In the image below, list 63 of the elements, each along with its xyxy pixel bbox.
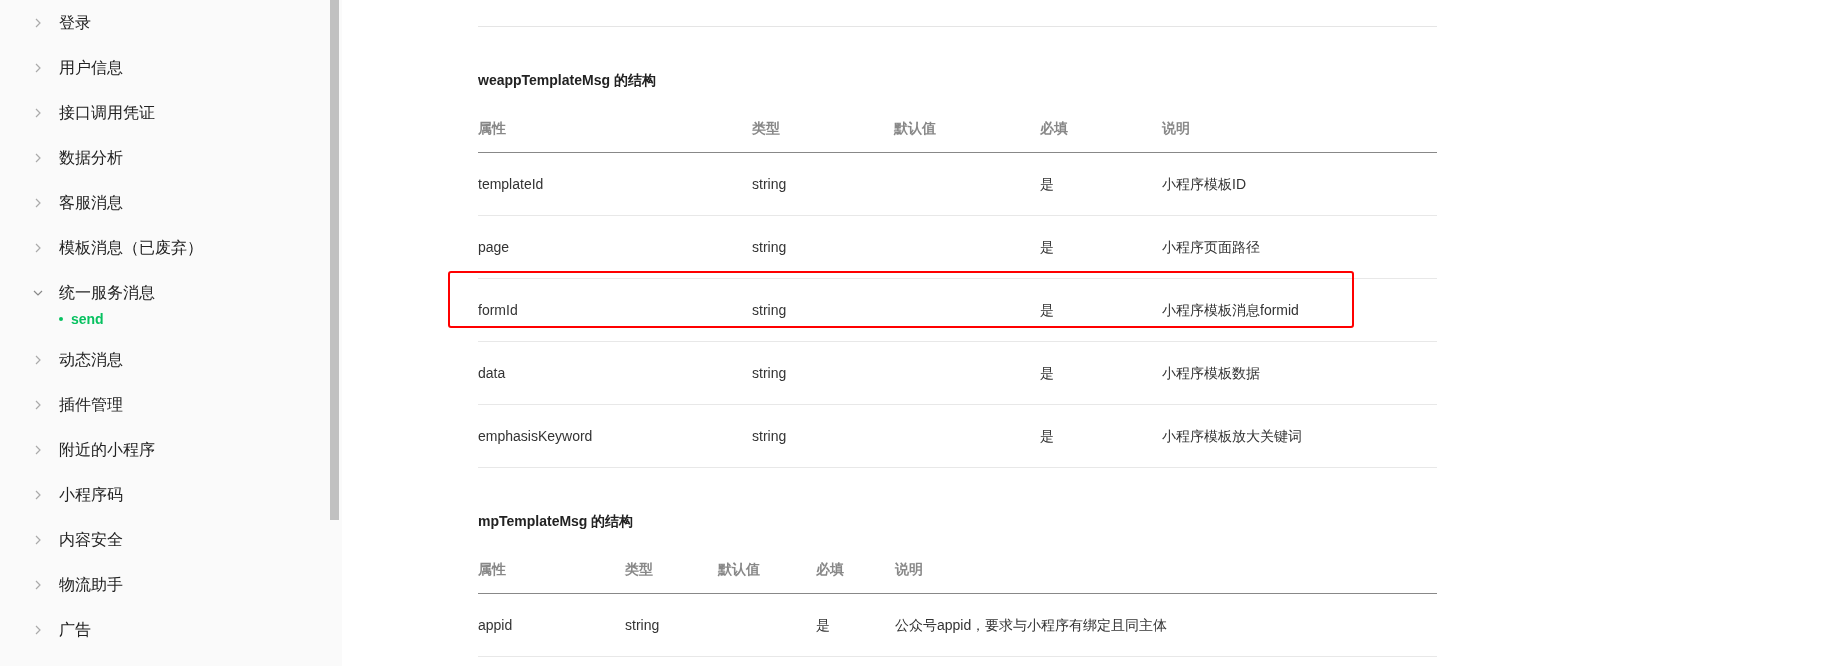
- chevron-right-icon: [33, 624, 43, 635]
- chevron-right-icon: [33, 444, 43, 455]
- sidebar-item[interactable]: 小程序码: [33, 472, 330, 517]
- table-cell: string: [752, 175, 787, 192]
- sidebar-item[interactable]: 附近的小程序: [33, 427, 330, 472]
- table-cell: templateId: [478, 175, 544, 192]
- table-cell: 公众号appid，要求与小程序有绑定且同主体: [895, 616, 1168, 633]
- sidebar-item[interactable]: 内容安全: [33, 517, 330, 562]
- table-cell: string: [752, 301, 787, 318]
- sidebar-item[interactable]: 广告: [33, 607, 330, 652]
- table-cell: 是: [1040, 238, 1054, 255]
- table-cell: page: [478, 238, 510, 255]
- chevron-right-icon: [33, 354, 43, 365]
- chevron-right-icon: [33, 197, 43, 208]
- table-cell: 是: [1040, 364, 1054, 381]
- chevron-right-icon: [33, 62, 43, 73]
- column-header: 默认值: [894, 120, 936, 136]
- column-header: 说明: [1162, 120, 1190, 136]
- chevron-right-icon: [33, 17, 43, 28]
- column-header: 属性: [478, 120, 506, 136]
- sidebar-item[interactable]: 登录: [33, 0, 330, 45]
- sidebar-item[interactable]: 模板消息（已废弃）: [33, 225, 330, 270]
- column-header: 类型: [752, 120, 780, 136]
- chevron-right-icon: [33, 107, 43, 118]
- column-header: 默认值: [718, 561, 760, 577]
- table-cell: data: [478, 364, 506, 381]
- table-cell: emphasisKeyword: [478, 427, 593, 444]
- table-cell: 小程序模板消息formid: [1162, 301, 1299, 318]
- chevron-right-icon: [33, 152, 43, 163]
- table-cell: string: [752, 427, 787, 444]
- column-header: 必填: [1040, 120, 1068, 136]
- table-cell: 小程序页面路径: [1162, 238, 1260, 255]
- sidebar-item[interactable]: 用户信息: [33, 45, 330, 90]
- sidebar-item[interactable]: 动态消息: [33, 337, 330, 382]
- table-cell: 是: [1040, 301, 1054, 318]
- table-cell: 小程序模板放大关键词: [1162, 427, 1302, 444]
- chevron-right-icon: [33, 489, 43, 500]
- sidebar-item[interactable]: 数据分析: [33, 135, 330, 180]
- chevron-right-icon: [33, 579, 43, 590]
- table-cell: string: [752, 364, 787, 381]
- table-cell: 小程序模板数据: [1162, 364, 1260, 381]
- sidebar-item[interactable]: 客服消息: [33, 180, 330, 225]
- table-cell: string: [625, 616, 660, 633]
- table-cell: string: [752, 238, 787, 255]
- column-header: 必填: [816, 561, 844, 577]
- chevron-right-icon: [33, 242, 43, 253]
- sidebar-item[interactable]: 接口调用凭证: [33, 90, 330, 135]
- section-title: weappTemplateMsg 的结构: [478, 71, 657, 90]
- sidebar-item[interactable]: 插件管理: [33, 382, 330, 427]
- table-cell: 小程序模板ID: [1162, 175, 1246, 192]
- column-header: 属性: [478, 561, 506, 577]
- table-cell: 是: [1040, 427, 1054, 444]
- section-title: mpTemplateMsg 的结构: [478, 512, 635, 531]
- table-cell: formId: [478, 301, 518, 318]
- column-header: 说明: [895, 561, 923, 577]
- table-cell: 是: [1040, 175, 1054, 192]
- table-cell: 是: [816, 616, 830, 633]
- column-header: 类型: [625, 561, 653, 577]
- chevron-right-icon: [33, 399, 43, 410]
- table-cell: appid: [478, 616, 513, 633]
- sidebar-item[interactable]: 物流助手: [33, 562, 330, 607]
- scrollbar-thumb[interactable]: [330, 0, 339, 520]
- chevron-right-icon: [33, 534, 43, 545]
